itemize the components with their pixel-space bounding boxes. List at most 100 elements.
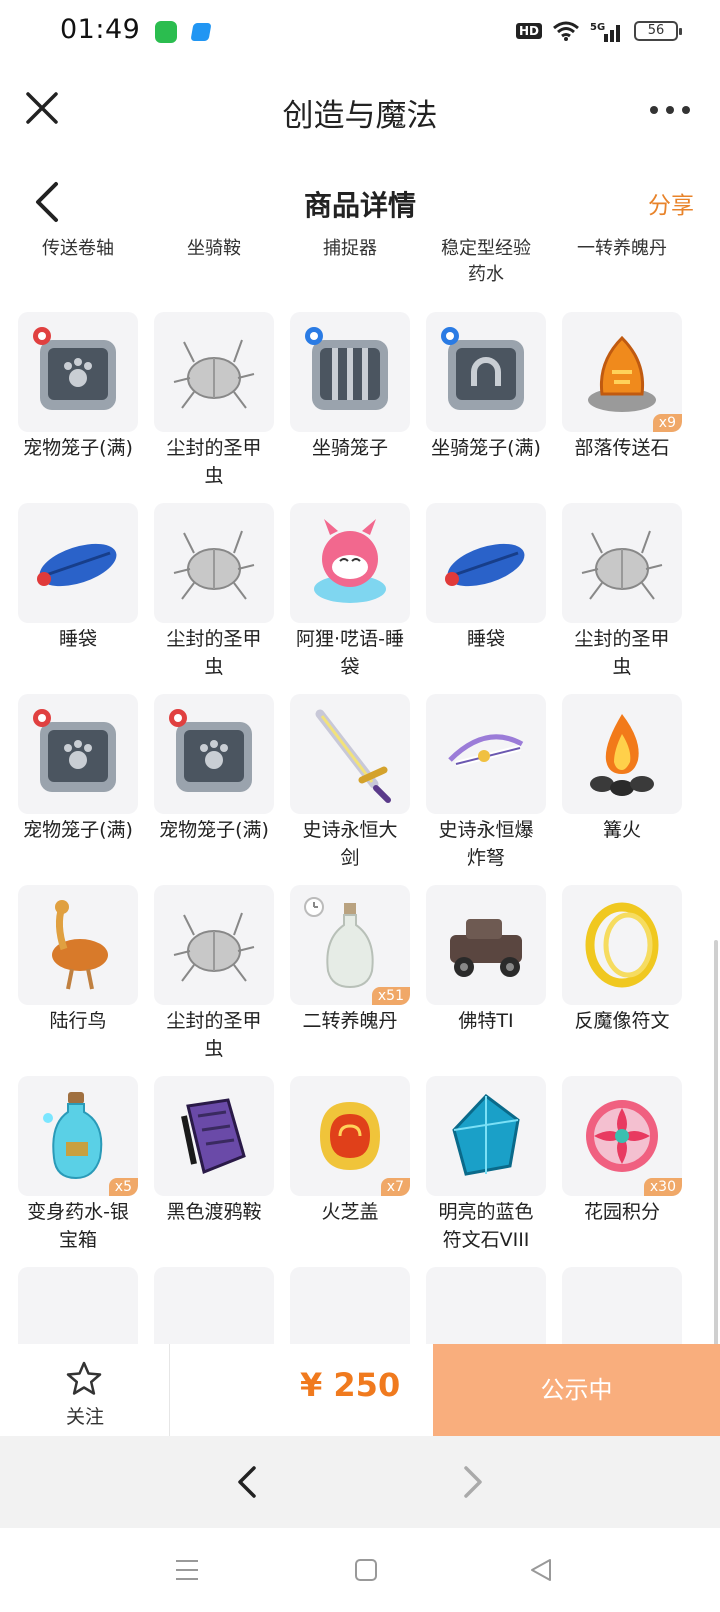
item-card[interactable]: 尘封的圣甲 虫 xyxy=(552,497,692,687)
recent-apps-icon[interactable] xyxy=(174,1558,200,1582)
item-name: 阿狸·呓语-睡 袋 xyxy=(296,628,404,678)
system-back-icon[interactable] xyxy=(528,1557,554,1583)
partial-item-icon xyxy=(436,1277,536,1344)
status-bar: 01:49 HD 5G 56 xyxy=(0,0,720,66)
item-card[interactable]: 史诗永恒大 剑 xyxy=(280,688,420,878)
item-card[interactable]: 坐骑笼子 xyxy=(280,306,420,496)
item-name: 睡袋 xyxy=(58,628,97,650)
top-nav-bar: 创造与魔法 xyxy=(0,66,720,156)
partial-item-icon xyxy=(28,1277,128,1344)
raven-saddle-icon xyxy=(181,1098,246,1175)
item-name: 佛特TI xyxy=(458,1010,514,1032)
ali-sleeping-bag-icon xyxy=(314,519,386,603)
item-thumbnail xyxy=(426,885,546,1005)
scrollbar[interactable] xyxy=(714,940,718,1360)
item-card[interactable]: 宠物笼子(满) xyxy=(144,688,284,878)
item-card[interactable]: 篝火 xyxy=(552,688,692,878)
follow-label: 关注 xyxy=(65,1406,104,1428)
item-name: 一转养魄丹 xyxy=(577,238,667,259)
item-name: 坐骑鞍 xyxy=(187,238,241,259)
app-notification-icon xyxy=(190,23,212,41)
partial-item-icon xyxy=(300,1277,400,1344)
public-notice-button[interactable]: 公示中 xyxy=(433,1344,720,1436)
star-icon xyxy=(66,1361,102,1395)
item-card[interactable]: 尘封的圣甲 虫 xyxy=(144,879,284,1069)
item-card[interactable]: x9 部落传送石 xyxy=(552,306,692,496)
item-card[interactable]: 黑色渡鸦鞍 xyxy=(144,1070,284,1260)
item-grid: 宠物笼子(满) 尘封的圣甲 虫坐骑笼子 坐骑笼子(满) x9 部落传送石 睡袋 尘封的圣甲 … xyxy=(0,306,720,1344)
item-card[interactable]: 尘封的圣甲 虫 xyxy=(144,497,284,687)
blue-rune-stone-icon xyxy=(452,1093,520,1176)
mount-cage-icon xyxy=(305,327,388,410)
item-thumbnail xyxy=(18,312,138,432)
item-thumbnail xyxy=(154,1076,274,1196)
item-thumbnail xyxy=(18,694,138,814)
price: ¥ 250 xyxy=(300,1366,401,1404)
browser-nav-bar xyxy=(0,1436,720,1528)
item-quantity-badge: x5 xyxy=(108,1178,138,1196)
item-card[interactable]: 陆行鸟 xyxy=(8,879,148,1069)
item-card[interactable]: 宠物笼子(满) xyxy=(8,688,148,878)
item-thumbnail xyxy=(426,312,546,432)
item-card[interactable] xyxy=(416,1261,556,1344)
pet-cage-icon xyxy=(33,327,116,410)
page-title: 创造与魔法 xyxy=(282,98,438,134)
item-name: 宠物笼子(满) xyxy=(159,819,269,841)
item-card[interactable] xyxy=(552,1261,692,1344)
item-thumbnail: x7 xyxy=(290,1076,410,1196)
item-card[interactable]: 睡袋 xyxy=(416,497,556,687)
item-thumbnail xyxy=(154,312,274,432)
item-card[interactable]: 睡袋 xyxy=(8,497,148,687)
message-app-icon xyxy=(155,21,177,43)
item-thumbnail xyxy=(426,1076,546,1196)
signal-icon: 5G xyxy=(590,22,620,42)
item-card[interactable]: 佛特TI xyxy=(416,879,556,1069)
home-icon[interactable] xyxy=(354,1558,378,1582)
item-thumbnail xyxy=(154,503,274,623)
item-thumbnail xyxy=(154,885,274,1005)
item-quantity-badge: x51 xyxy=(371,987,410,1005)
greatsword-icon xyxy=(315,709,391,803)
item-card[interactable]: x30 花园积分 xyxy=(552,1070,692,1260)
bonfire-icon xyxy=(590,714,654,796)
pet-cage-icon xyxy=(169,709,252,792)
item-thumbnail xyxy=(154,694,274,814)
item-card[interactable]: x5 变身药水-银 宝箱 xyxy=(8,1070,148,1260)
item-name: 尘封的圣甲 虫 xyxy=(166,1010,262,1060)
item-name: 坐骑笼子(满) xyxy=(431,437,541,459)
item-card[interactable]: 尘封的圣甲 虫 xyxy=(144,306,284,496)
item-thumbnail: x30 xyxy=(562,1076,682,1196)
item-card[interactable] xyxy=(280,1261,420,1344)
follow-button[interactable]: 关注 xyxy=(0,1344,170,1436)
item-quantity-badge: x7 xyxy=(380,1178,410,1196)
item-card[interactable]: 坐骑笼子(满) xyxy=(416,306,556,496)
item-name: 宠物笼子(满) xyxy=(23,437,133,459)
item-name: 史诗永恒大 剑 xyxy=(302,819,398,869)
item-card[interactable]: x51 二转养魄丹 xyxy=(280,879,420,1069)
ostrich-icon xyxy=(52,900,108,990)
item-name: 传送卷轴 xyxy=(42,238,114,259)
item-thumbnail xyxy=(426,1267,546,1344)
more-options-icon[interactable] xyxy=(650,104,690,116)
car-icon xyxy=(450,919,522,977)
item-card[interactable] xyxy=(8,1261,148,1344)
item-card[interactable]: x7 火芝盖 xyxy=(280,1070,420,1260)
item-card[interactable] xyxy=(144,1261,284,1344)
battery-icon: 56 xyxy=(634,21,682,41)
item-name: 篝火 xyxy=(602,819,641,841)
item-card[interactable]: 反魔像符文 xyxy=(552,879,692,1069)
garden-points-icon xyxy=(586,1100,658,1172)
purchase-action-bar: 关注 ¥ 250 公示中 xyxy=(0,1344,720,1436)
item-quantity-badge: x30 xyxy=(643,1178,682,1196)
share-button[interactable]: 分享 xyxy=(648,186,694,220)
item-thumbnail xyxy=(562,503,682,623)
browser-back-icon[interactable] xyxy=(232,1462,262,1502)
item-thumbnail: x9 xyxy=(562,312,682,432)
partial-item-icon xyxy=(572,1277,672,1344)
item-thumbnail xyxy=(562,1267,682,1344)
item-card[interactable]: 宠物笼子(满) xyxy=(8,306,148,496)
item-card[interactable]: 史诗永恒爆 炸弩 xyxy=(416,688,556,878)
browser-forward-icon[interactable] xyxy=(458,1462,488,1502)
item-card[interactable]: 明亮的蓝色 符文石VIII xyxy=(416,1070,556,1260)
item-card[interactable]: 阿狸·呓语-睡 袋 xyxy=(280,497,420,687)
